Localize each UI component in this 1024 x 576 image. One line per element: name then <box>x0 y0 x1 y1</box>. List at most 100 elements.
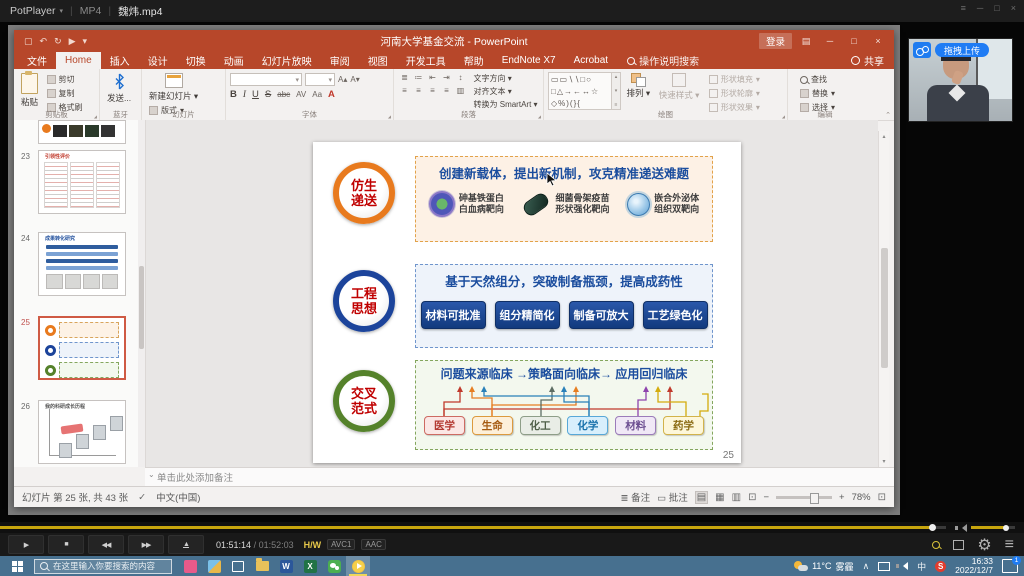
undo-icon[interactable]: ↶ <box>40 36 48 47</box>
paste-button[interactable]: 粘贴 <box>18 72 41 109</box>
replace-button[interactable]: 替换 ▾ <box>800 88 835 99</box>
align-center-icon[interactable]: ≡ <box>412 86 425 98</box>
collapse-ribbon-icon[interactable]: ⌃ <box>885 111 891 119</box>
qat-dropdown-icon[interactable]: ▾ <box>83 36 88 47</box>
text-direction-button[interactable]: 文字方向 ▾ <box>474 73 538 84</box>
file-explorer-icon-button[interactable] <box>250 556 274 576</box>
close-icon[interactable]: × <box>868 36 888 46</box>
screenshot-icon[interactable] <box>953 540 964 550</box>
tell-me-search[interactable]: 操作说明搜索 <box>627 52 699 69</box>
word-icon-button[interactable]: W <box>274 556 298 576</box>
italic-icon[interactable]: I <box>243 90 246 100</box>
bluetooth-send-button[interactable]: 发送... <box>104 72 134 105</box>
shapes-gallery-scroll[interactable]: ▴▾≡ <box>612 72 621 110</box>
tab-EndNote X7[interactable]: EndNote X7 <box>493 52 565 69</box>
tab-动画[interactable]: 动画 <box>215 52 253 69</box>
fit-slide-icon[interactable]: ⊡ <box>878 492 886 503</box>
volume-slider[interactable] <box>971 526 1015 529</box>
clear-format-icon[interactable]: abc <box>277 90 290 99</box>
next-icon[interactable]: ▶▶ <box>128 535 164 554</box>
ime-indicator[interactable]: 中 <box>917 560 926 573</box>
tab-设计[interactable]: 设计 <box>139 52 177 69</box>
font-size-select[interactable]: ▾ <box>305 73 335 86</box>
zoom-out-icon[interactable]: − <box>763 492 769 503</box>
sign-in-button[interactable]: 登录 <box>759 33 792 49</box>
scene-search-icon[interactable] <box>932 541 940 549</box>
potplayer-window-controls[interactable]: ≡─□× <box>961 3 1016 13</box>
tab-插入[interactable]: 插入 <box>101 52 139 69</box>
grow-font-icon[interactable]: A▴ <box>338 75 347 84</box>
slide-thumbnail-24[interactable]: 24成果转化研究 <box>14 232 138 300</box>
task-view-icon-button[interactable] <box>226 556 250 576</box>
play-icon[interactable]: ▶ <box>8 535 44 554</box>
taskbar-search-input[interactable]: 在这里输入你要搜索的内容 <box>34 559 172 574</box>
dialog-launcher-icon[interactable]: ◢ <box>94 114 97 119</box>
action-center-icon[interactable]: 1 <box>1002 559 1018 573</box>
menu-icon[interactable]: ≡ <box>961 3 966 13</box>
spellcheck-icon[interactable]: ✓ <box>138 492 146 503</box>
photos-icon-button[interactable] <box>202 556 226 576</box>
scroll-down-icon[interactable]: ▾ <box>882 458 885 465</box>
tab-Acrobat[interactable]: Acrobat <box>565 52 617 69</box>
dialog-launcher-icon[interactable]: ◢ <box>538 114 541 119</box>
justify-icon[interactable]: ≡ <box>440 86 453 98</box>
weather-widget[interactable]: 11°C 雾霾 <box>794 560 853 573</box>
notes-pane[interactable]: ⌄ 单击此处添加备注 <box>145 467 894 486</box>
sogou-ime-icon[interactable]: S <box>935 561 946 572</box>
drag-upload-button[interactable]: 拖拽上传 <box>935 43 989 57</box>
hidden-icons-chevron[interactable]: ∧ <box>863 561 870 572</box>
align-right-icon[interactable]: ≡ <box>426 86 439 98</box>
slide-thumbnail-26[interactable]: 26我的科研成长历程 <box>14 400 138 467</box>
ribbon-options-icon[interactable]: ▤ <box>796 36 816 47</box>
slide-thumbnail-23[interactable]: 23引领性评价 <box>14 150 138 218</box>
slide-sorter-icon[interactable]: ▦ <box>715 492 724 503</box>
dialog-launcher-icon[interactable]: ◢ <box>782 114 785 119</box>
font-color-icon[interactable]: A <box>328 89 335 100</box>
slideshow-icon[interactable]: ▶ <box>69 36 76 47</box>
copy-button[interactable]: 复制 <box>47 88 83 99</box>
tab-文件[interactable]: 文件 <box>18 52 56 69</box>
tab-视图[interactable]: 视图 <box>359 52 397 69</box>
columns-icon[interactable]: ▥ <box>454 86 467 98</box>
align-left-icon[interactable]: ≡ <box>398 86 411 98</box>
quick-access-toolbar[interactable]: ▢↶↻▶▾ <box>24 36 87 47</box>
shapes-gallery[interactable]: ▭▭∖∖□○□△→←↔☆◇%)(}{ <box>548 72 612 110</box>
tab-帮助[interactable]: 帮助 <box>455 52 493 69</box>
font-name-select[interactable]: ▾ <box>230 73 302 86</box>
zoom-slider[interactable] <box>776 496 832 499</box>
chevron-down-icon[interactable]: ▾ <box>60 7 64 15</box>
bullets-icon[interactable]: ≣ <box>398 73 411 85</box>
potplayer-titlebar[interactable]: PotPlayer ▾ | MP4 | 魏炜.mp4 ≡─□× <box>0 0 1024 22</box>
speaker-icon[interactable] <box>958 524 967 532</box>
normal-view-icon[interactable]: ▤ <box>695 491 708 504</box>
powerpoint-titlebar[interactable]: ▢↶↻▶▾ 河南大学基金交流 - PowerPoint 登录 ▤ ─ □ × <box>14 30 894 52</box>
open-icon[interactable]: ▲ <box>168 535 204 554</box>
shape-outline-button[interactable]: 形状轮廓 ▾ <box>709 88 760 99</box>
minimize-icon[interactable]: ─ <box>820 36 840 46</box>
char-spacing-icon[interactable]: AV <box>296 90 306 99</box>
weiyun-cloud-icon[interactable] <box>913 42 931 58</box>
notes-toggle[interactable]: ≣ 备注 <box>620 490 650 504</box>
thumbnail-scrollbar[interactable] <box>138 120 145 467</box>
video-area[interactable]: ▢↶↻▶▾ 河南大学基金交流 - PowerPoint 登录 ▤ ─ □ × 文… <box>0 22 1024 522</box>
taskbar-clock[interactable]: 16:33 2022/12/7 <box>955 557 993 576</box>
zoom-in-icon[interactable]: + <box>839 492 845 503</box>
wechat-icon-button[interactable] <box>322 556 346 576</box>
slide-canvas[interactable]: 仿生递送 创建新载体，提出新机制，攻克精准递送难题 砷基铁蛋白白血病靶向细菌骨架… <box>313 142 741 463</box>
language-indicator[interactable]: 中文(中国) <box>156 490 200 504</box>
minimize-icon[interactable]: ─ <box>977 3 983 13</box>
share-button[interactable]: 共享 <box>851 52 884 69</box>
change-case-icon[interactable]: Aa <box>312 90 322 99</box>
stop-icon[interactable]: ■ <box>48 535 84 554</box>
numbering-icon[interactable]: ≔ <box>412 73 425 85</box>
tab-切换[interactable]: 切换 <box>177 52 215 69</box>
line-spacing-icon[interactable]: ↕ <box>454 73 467 85</box>
increase-indent-icon[interactable]: ⇥ <box>440 73 453 85</box>
close-icon[interactable]: × <box>1011 3 1016 13</box>
tab-审阅[interactable]: 审阅 <box>321 52 359 69</box>
arrange-button[interactable]: 排列 ▾ <box>624 72 654 100</box>
comments-toggle[interactable]: ▭ 批注 <box>657 490 688 504</box>
collapse-notes-icon[interactable]: ⌄ <box>148 470 155 479</box>
new-slide-button[interactable]: 新建幻灯片 ▾ <box>146 72 201 103</box>
potplayer-icon-button[interactable] <box>346 556 370 576</box>
